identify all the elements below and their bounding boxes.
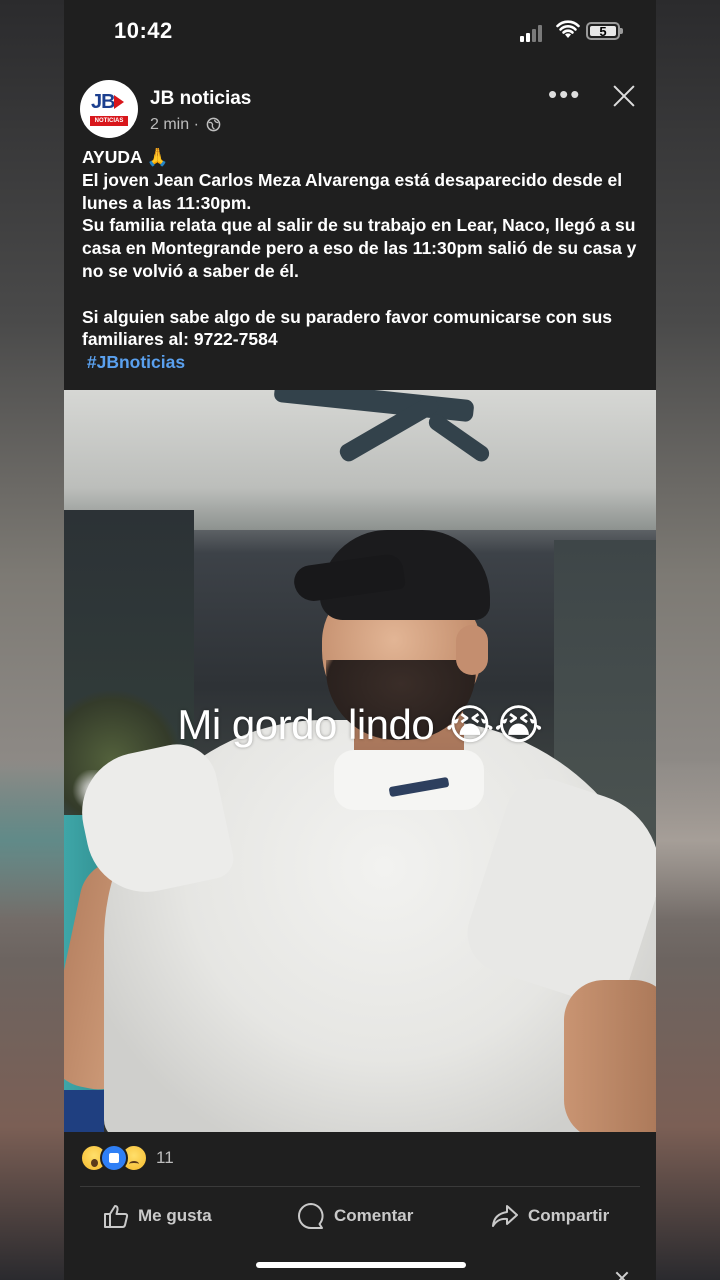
comment-bubble-icon (298, 1203, 324, 1229)
hashtag-link[interactable]: #JBnoticias (82, 351, 642, 374)
close-icon[interactable] (614, 1270, 630, 1280)
post-text-line: El joven Jean Carlos Meza Alvarenga está… (82, 169, 623, 213)
like-label: Me gusta (138, 1206, 212, 1225)
cellular-signal-icon (520, 24, 546, 42)
photo-chair (64, 1090, 104, 1132)
status-time: 10:42 (114, 18, 173, 43)
share-button[interactable]: Compartir (490, 1200, 609, 1232)
photo-arm-right (564, 980, 656, 1132)
post-photo[interactable]: Mi gordo lindo 😭😭 (64, 390, 656, 1132)
play-icon (114, 95, 124, 109)
battery-level: 5 (590, 25, 616, 38)
post-meta: 2 min · (150, 116, 221, 134)
post-text-line (82, 283, 642, 306)
globe-icon (207, 117, 221, 132)
post-text: AYUDA 🙏 El joven Jean Carlos Meza Alvare… (82, 146, 642, 374)
avatar-logo-text: JB (91, 91, 116, 113)
thumbs-up-icon (104, 1205, 129, 1228)
page-avatar[interactable]: JB NOTICIAS (80, 80, 138, 138)
like-button[interactable]: Me gusta (102, 1200, 212, 1232)
post-text-line: Si alguien sabe algo de su paradero favo… (82, 306, 613, 350)
post-timestamp: 2 min · (150, 116, 199, 133)
comment-label: Comentar (334, 1206, 414, 1225)
more-options-icon[interactable]: ••• (548, 81, 581, 107)
close-icon[interactable] (610, 82, 638, 110)
post-header: JB NOTICIAS JB noticias 2 min · ••• (64, 70, 656, 150)
post-actions: Me gusta Comentar Compartir (64, 1190, 656, 1242)
page-name-link[interactable]: JB noticias (150, 88, 251, 110)
blurred-background-right (656, 0, 720, 1280)
reaction-count: 11 (156, 1148, 174, 1167)
divider (80, 1186, 640, 1187)
share-label: Compartir (528, 1206, 610, 1225)
comment-button[interactable]: Comentar (296, 1200, 413, 1232)
avatar-logo-subtext: NOTICIAS (90, 116, 128, 126)
photo-collar (334, 750, 484, 810)
post-text-line: AYUDA 🙏 (82, 147, 169, 167)
share-arrow-icon (492, 1205, 518, 1227)
status-bar: 10:42 5 (64, 0, 656, 64)
home-indicator[interactable] (256, 1262, 466, 1268)
photo-ceiling (64, 390, 656, 530)
hashtag-text: #JBnoticias (86, 352, 186, 373)
battery-icon: 5 (586, 22, 623, 40)
photo-ear (456, 625, 488, 675)
photo-caption: Mi gordo lindo 😭😭 (177, 701, 543, 748)
post-text-line: Su familia relata que al salir de su tra… (82, 215, 637, 281)
wifi-icon (556, 20, 580, 38)
blurred-background-left (0, 0, 64, 1280)
like-reaction-icon (100, 1144, 128, 1172)
screenshot-frame: 10:42 5 JB NOTICIAS JB noticias 2 min · (64, 0, 656, 1280)
